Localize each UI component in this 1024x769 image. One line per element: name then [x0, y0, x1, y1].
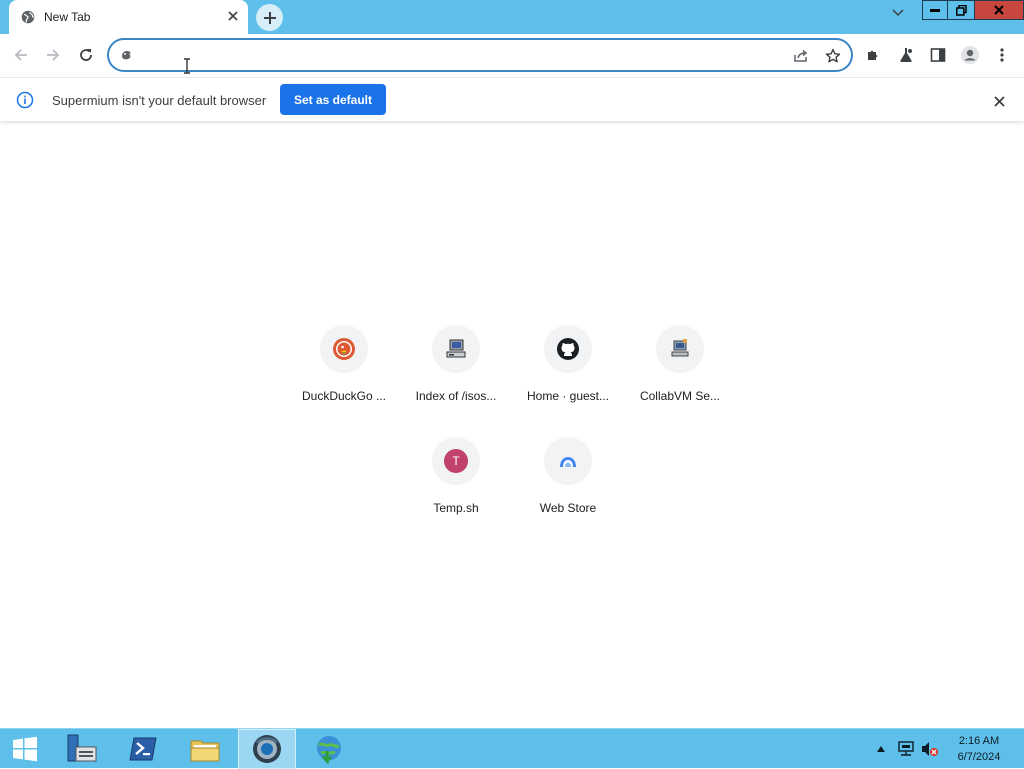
- back-button[interactable]: [8, 42, 34, 68]
- shortcut-label: Temp.sh: [433, 501, 479, 515]
- address-input[interactable]: [143, 45, 783, 65]
- text-cursor-icon: [182, 58, 192, 74]
- default-browser-infobar: Supermium isn't your default browser Set…: [0, 77, 1024, 121]
- browser-toolbar: [0, 34, 1024, 76]
- globe-icon: [21, 10, 35, 24]
- letter-t-icon: T: [444, 449, 468, 473]
- github-icon: [544, 325, 592, 373]
- tab-title: New Tab: [44, 10, 91, 24]
- avatar-icon: [961, 46, 979, 64]
- shortcut-tile[interactable]: T Temp.sh: [400, 437, 512, 541]
- flask-icon: [900, 48, 912, 62]
- shortcut-tile[interactable]: Home · guest...: [512, 325, 624, 429]
- windows-logo-icon: [13, 736, 37, 762]
- share-icon[interactable]: [791, 46, 811, 66]
- taskbar-clock[interactable]: 2:16 AM 6/7/2024: [944, 733, 1014, 765]
- show-hidden-icons-button[interactable]: [874, 729, 888, 769]
- tab-search-button[interactable]: [886, 4, 910, 22]
- shortcut-tile[interactable]: CollabVM Se...: [624, 325, 736, 429]
- shortcut-label: DuckDuckGo ...: [301, 389, 387, 403]
- supermium-icon: [253, 735, 281, 763]
- restore-button[interactable]: [948, 0, 975, 20]
- duckduckgo-icon: [320, 325, 368, 373]
- collabvm-icon: [656, 325, 704, 373]
- tab-strip: New Tab: [0, 0, 1024, 34]
- shortcut-label: Index of /isos...: [415, 389, 497, 403]
- browser-window: New Tab Supermium isn't your default bro…: [0, 0, 1024, 728]
- profile-button[interactable]: [957, 42, 983, 68]
- shortcut-tile[interactable]: Web Store: [512, 437, 624, 541]
- taskbar-supermium[interactable]: [238, 729, 296, 769]
- close-icon: [994, 5, 1004, 15]
- computer-icon: [432, 325, 480, 373]
- reload-icon: [80, 49, 92, 61]
- new-tab-button[interactable]: [256, 4, 283, 31]
- shortcut-label: Web Store: [539, 501, 597, 515]
- clock-time: 2:16 AM: [958, 735, 1000, 747]
- shortcut-label: Home · guest...: [526, 389, 610, 403]
- tab-new-tab[interactable]: New Tab: [9, 0, 248, 34]
- search-engine-icon: [119, 47, 135, 63]
- address-bar[interactable]: [107, 38, 853, 72]
- volume-muted-icon: [922, 742, 938, 756]
- minimize-icon: [930, 9, 940, 12]
- forward-button[interactable]: [40, 42, 66, 68]
- puzzle-icon: [868, 50, 878, 60]
- kebab-menu-icon: [1000, 48, 1004, 62]
- restore-icon: [955, 4, 967, 16]
- shortcut-tile[interactable]: DuckDuckGo ...: [288, 325, 400, 429]
- start-button[interactable]: [0, 729, 50, 769]
- network-icon: [898, 741, 914, 756]
- side-panel-icon: [930, 48, 946, 62]
- taskbar-download-manager[interactable]: [300, 729, 358, 769]
- taskbar-powershell[interactable]: [114, 729, 172, 769]
- menu-button[interactable]: [989, 42, 1015, 68]
- chevron-up-icon: [877, 746, 885, 752]
- set-as-default-button[interactable]: Set as default: [280, 84, 386, 115]
- extensions-button[interactable]: [861, 42, 887, 68]
- minimize-button[interactable]: [922, 0, 948, 20]
- chevron-down-icon: [892, 9, 904, 17]
- volume-tray-icon[interactable]: [920, 729, 940, 769]
- bookmark-star-icon[interactable]: [823, 46, 843, 66]
- server-manager-icon: [67, 734, 97, 762]
- taskbar-file-explorer[interactable]: [176, 729, 234, 769]
- taskbar-server-manager[interactable]: [52, 729, 110, 769]
- powershell-icon: [129, 737, 157, 761]
- infobar-close-icon[interactable]: [989, 91, 1009, 111]
- tab-close-icon[interactable]: [225, 8, 241, 24]
- windows-taskbar: 2:16 AM 6/7/2024: [0, 728, 1024, 769]
- folder-icon: [190, 740, 220, 762]
- side-panel-button[interactable]: [925, 42, 951, 68]
- arrow-left-icon: [14, 49, 27, 61]
- infobar-message: Supermium isn't your default browser: [52, 93, 267, 108]
- arrow-right-icon: [47, 49, 60, 61]
- clock-date: 6/7/2024: [957, 751, 1001, 763]
- network-tray-icon[interactable]: [896, 729, 916, 769]
- web-store-icon: [544, 437, 592, 485]
- shortcut-label: CollabVM Se...: [639, 389, 721, 403]
- plus-icon: [263, 11, 276, 24]
- shortcut-tile[interactable]: Index of /isos...: [400, 325, 512, 429]
- reload-button[interactable]: [73, 42, 99, 68]
- letter-badge: T: [452, 454, 460, 468]
- shortcut-icon-circle: T: [432, 437, 480, 485]
- info-icon: [16, 91, 34, 109]
- globe-download-icon: [317, 736, 341, 765]
- lab-button[interactable]: [893, 42, 919, 68]
- close-window-button[interactable]: [975, 0, 1024, 20]
